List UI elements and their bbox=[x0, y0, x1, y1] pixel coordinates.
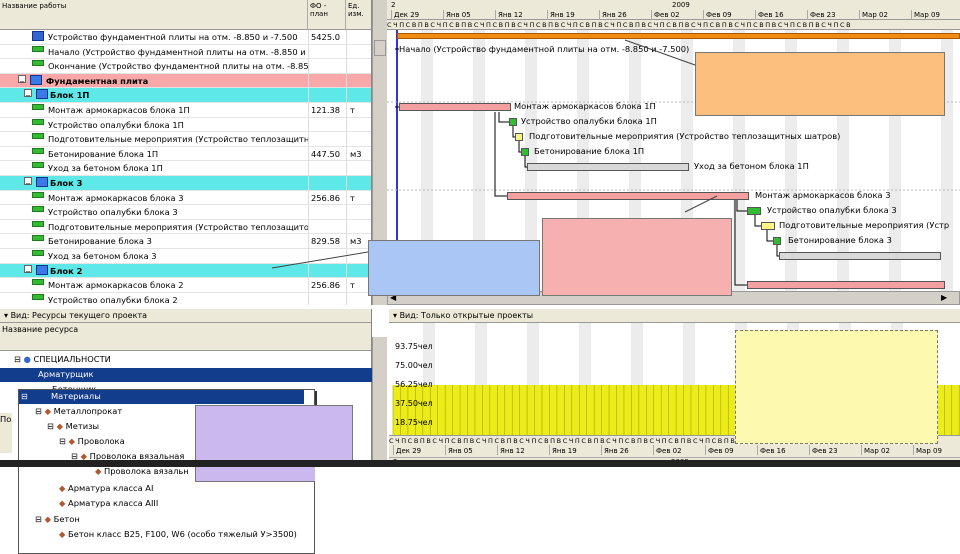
week-label: Янв 12 bbox=[497, 445, 525, 455]
week-label: Фев 23 bbox=[809, 445, 838, 455]
tree-beton-b25[interactable]: ◆ Бетон класс B25, F100, W6 (особо тяжел… bbox=[59, 529, 297, 539]
tree-mat[interactable]: Материалы bbox=[19, 390, 304, 404]
week-label: Фев 02 bbox=[653, 445, 682, 455]
tree-metiz[interactable]: ⊟ ◆ Метизы bbox=[47, 421, 99, 431]
week-label: Мар 02 bbox=[861, 445, 890, 455]
resource-view-bar[interactable]: ▾ Вид: Ресурсы текущего проекта bbox=[0, 309, 371, 323]
chevron-down-icon[interactable]: ▾ bbox=[393, 311, 397, 320]
week-label: Янв 19 bbox=[549, 445, 577, 455]
week-label: Мар 09 bbox=[913, 445, 942, 455]
histogram-levels: 93.75чел 75.00чел 56.25чел 37.50чел 18.7… bbox=[395, 337, 433, 432]
resource-column-header[interactable]: Название ресурса bbox=[0, 323, 371, 351]
minus-icon[interactable]: ⊟ bbox=[14, 354, 21, 364]
tree-arm[interactable]: Арматурщик bbox=[0, 368, 372, 382]
tree-prov[interactable]: ⊟ ◆ Проволока bbox=[59, 436, 125, 446]
week-label: Янв 26 bbox=[601, 445, 629, 455]
callout-yellow bbox=[735, 330, 938, 444]
level-label: 18.75чел bbox=[395, 418, 433, 427]
histogram-view-bar[interactable]: ▾ Вид: Только открытые проекты bbox=[389, 309, 960, 323]
week-label: Дек 29 bbox=[393, 445, 421, 455]
histogram-view-label: Вид: Только открытые проекты bbox=[399, 311, 534, 320]
resource-scrollbar[interactable] bbox=[372, 337, 387, 467]
chevron-down-icon[interactable]: ▾ bbox=[4, 311, 8, 320]
level-label: 37.50чел bbox=[395, 399, 433, 408]
tree-arm-ai[interactable]: ◆ Арматура класса AI bbox=[59, 483, 153, 493]
minus-icon[interactable]: ⊟ bbox=[21, 392, 28, 401]
empty-bottom-left bbox=[0, 467, 18, 554]
level-label: 75.00чел bbox=[395, 361, 433, 370]
tree-arm-aiii[interactable]: ◆ Арматура класса AIII bbox=[59, 498, 158, 508]
level-label: 56.25чел bbox=[395, 380, 433, 389]
side-strip: По bbox=[0, 413, 12, 453]
week-label: Фев 09 bbox=[705, 445, 734, 455]
level-label: 93.75чел bbox=[395, 342, 433, 351]
resource-view-label: Вид: Ресурсы текущего проекта bbox=[10, 311, 147, 320]
week-label: Фев 16 bbox=[757, 445, 786, 455]
person-icon: ● bbox=[23, 354, 31, 364]
tree-spec[interactable]: ⊟ ● СПЕЦИАЛЬНОСТИ bbox=[14, 353, 111, 366]
empty-bottom bbox=[315, 467, 960, 554]
tree-prov-vyaz2[interactable]: ◆ Проволока вязальн bbox=[95, 466, 189, 476]
tree-beton[interactable]: ⊟ ◆ Бетон bbox=[35, 514, 80, 524]
week-label: Янв 05 bbox=[445, 445, 473, 455]
status-strip bbox=[0, 460, 960, 467]
tree-metal[interactable]: ⊟ ◆ Металлопрокат bbox=[35, 406, 122, 416]
